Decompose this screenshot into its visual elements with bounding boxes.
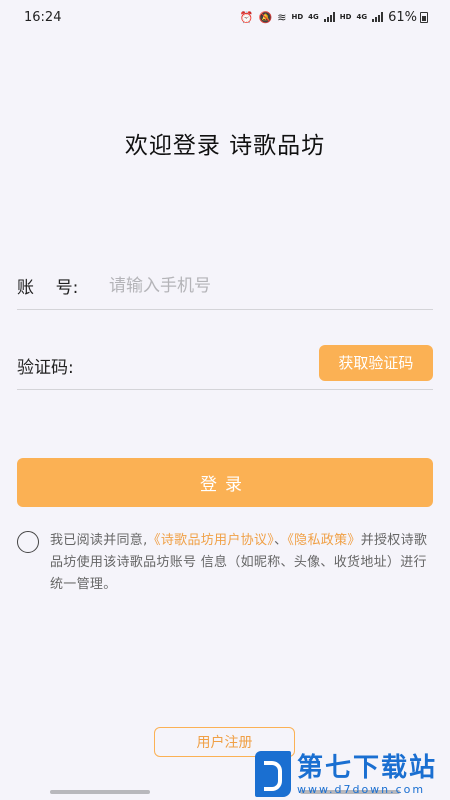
nav-bar-left (50, 790, 150, 794)
watermark-text: 第七下载站 www.d7down.com (297, 753, 437, 796)
wifi-icon: ≋ (277, 10, 287, 24)
privacy-policy-link[interactable]: 《隐私政策》 (287, 533, 360, 548)
battery-percent: 61% (388, 9, 417, 25)
watermark-name: 第七下载站 (297, 752, 438, 783)
status-bar: 16:24 ⏰ 🔕 ≋ HD 4G HD 4G 61% (0, 0, 450, 34)
status-icons: ⏰ 🔕 ≋ HD 4G HD 4G 61% (240, 10, 428, 25)
hd-badge: HD (291, 13, 304, 21)
network-type-2: 4G (356, 13, 368, 21)
code-row: 验证码: 获取验证码 (17, 342, 433, 390)
login-screen: 16:24 ⏰ 🔕 ≋ HD 4G HD 4G 61% 欢迎登录 诗歌品坊 账 … (0, 0, 450, 800)
watermark-logo-icon (255, 751, 291, 797)
agreement-separator: 、 (274, 533, 288, 548)
agreement-prefix: 我已阅读并同意, (50, 533, 148, 548)
code-label: 验证码: (17, 358, 74, 378)
network-type: 4G (308, 13, 319, 21)
battery-icon (420, 11, 428, 23)
signal-icon-2 (372, 12, 384, 22)
page-title: 欢迎登录 诗歌品坊 (124, 133, 326, 159)
login-button[interactable]: 登录 (17, 458, 433, 507)
get-code-button[interactable]: 获取验证码 (318, 344, 433, 381)
user-agreement-link[interactable]: 《诗歌品坊用户协议》 (148, 533, 275, 548)
watermark: 第七下载站 www.d7down.com (255, 748, 450, 800)
signal-icon (323, 12, 335, 22)
agreement-text: 我已阅读并同意,《诗歌品坊用户协议》、《隐私政策》并授权诗歌品坊使用该诗歌品坊账… (50, 530, 433, 596)
watermark-url: www.d7down.com (297, 782, 426, 796)
code-input[interactable] (99, 355, 319, 376)
alarm-icon: ⏰ (239, 10, 254, 24)
agreement-section: 我已阅读并同意,《诗歌品坊用户协议》、《隐私政策》并授权诗歌品坊使用该诗歌品坊账… (17, 530, 433, 596)
hd-badge-2: HD (339, 13, 352, 21)
account-label: 账 号: (17, 278, 79, 298)
account-row: 账 号: (17, 262, 433, 310)
mute-icon: 🔕 (258, 10, 273, 24)
battery-indicator: 61% (388, 10, 428, 25)
agree-radio[interactable] (17, 531, 39, 553)
status-time: 16:24 (24, 9, 62, 25)
phone-input[interactable] (109, 275, 433, 296)
